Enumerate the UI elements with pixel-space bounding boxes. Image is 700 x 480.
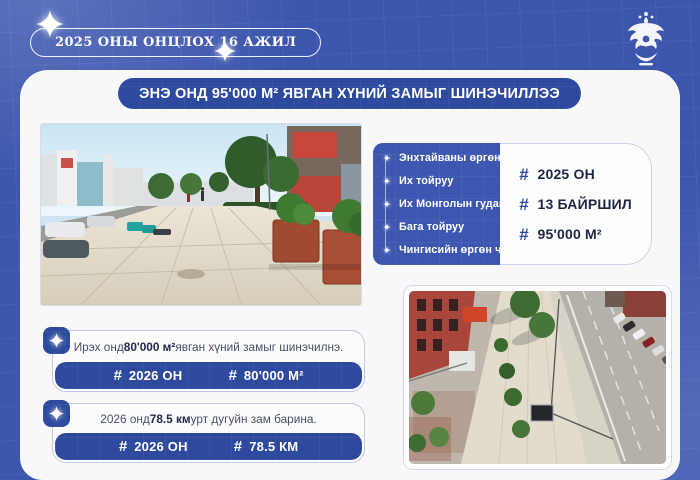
- street-name: Их тойруу: [399, 175, 454, 187]
- sparkle-bullet-icon: ✦: [383, 199, 391, 209]
- list-item: ✦ Чингисийн өргөн чөлөө: [384, 244, 529, 256]
- chip-label: 80'000 М²: [243, 368, 304, 383]
- plan-text-prefix: Ирэх онд: [73, 339, 124, 354]
- city-emblem-icon: [628, 12, 664, 66]
- street-name: Бага тойруу: [399, 221, 465, 233]
- list-item: ✦ Их Монголын гудамж: [384, 198, 515, 210]
- plan-text-suffix: урт дугуйн зам барина.: [190, 411, 317, 426]
- stat-chip: # 80'000 М²: [228, 368, 303, 383]
- stat-value: 13 БАЙРШИЛ: [537, 196, 632, 212]
- hashtag-icon: #: [519, 194, 529, 214]
- stat-row: # 2025 ОН: [519, 166, 651, 183]
- street-name: Их Монголын гудамж: [399, 198, 515, 210]
- year-badge-label: 2025 ОНЫ ОНЦЛОХ 16 АЖИЛ: [55, 35, 297, 50]
- page-title: ЭНЭ ОНД 95'000 М² ЯВГАН ХҮНИЙ ЗАМЫГ ШИНЭ…: [139, 85, 560, 102]
- content-card: ЭНЭ ОНД 95'000 М² ЯВГАН ХҮНИЙ ЗАМЫГ ШИНЭ…: [20, 70, 680, 480]
- sparkle-bullet-icon: ✦: [383, 153, 391, 163]
- sparkle-icon: [36, 10, 64, 38]
- aerial-photo-illustration: [409, 291, 666, 464]
- sparkle-bullet-icon: ✦: [383, 222, 391, 232]
- chip-label: 2026 ОН: [134, 439, 188, 454]
- list-item: ✦ Энхтайваны өргөн чөлөө: [384, 152, 538, 164]
- plan-text-highlight: 78.5 км: [149, 411, 191, 426]
- plan-text-suffix: явган хүний замыг шинэчилнэ.: [175, 339, 344, 354]
- plan-stats-bar: # 2026 ОН # 78.5 КМ: [55, 433, 362, 460]
- street-photo: [40, 123, 362, 306]
- sparkle-icon: [49, 406, 64, 421]
- sparkle-corner-badge: [43, 400, 70, 427]
- title-banner: ЭНЭ ОНД 95'000 М² ЯВГАН ХҮНИЙ ЗАМЫГ ШИНЭ…: [118, 78, 581, 109]
- stat-chip: # 2026 ОН: [119, 439, 188, 454]
- aerial-photo: [409, 291, 666, 464]
- hashtag-icon: #: [519, 164, 529, 184]
- stat-row: # 95'000 М²: [519, 226, 651, 243]
- hashtag-icon: #: [113, 367, 122, 384]
- sparkle-bullet-icon: ✦: [383, 176, 391, 186]
- stat-chip: # 78.5 КМ: [234, 439, 299, 454]
- street-photo-illustration: [41, 124, 361, 305]
- streets-list: ✦ Энхтайваны өргөн чөлөө ✦ Их тойруу ✦ Их М…: [373, 143, 538, 265]
- hashtag-icon: #: [228, 367, 237, 384]
- plan-text: Ирэх онд 80'000 м² явган хүний замыг шин…: [53, 331, 364, 362]
- year-badge: 2025 ОНЫ ОНЦЛОХ 16 АЖИЛ: [30, 28, 322, 57]
- hashtag-icon: #: [118, 438, 128, 455]
- hashtag-icon: #: [233, 438, 243, 455]
- sparkle-bullet-icon: ✦: [383, 245, 391, 255]
- stat-value: 95'000 М²: [537, 226, 602, 242]
- plan-text: 2026 онд 78.5 км урт дугуйн зам барина.: [53, 404, 364, 433]
- plan-box-sidewalk: Ирэх онд 80'000 м² явган хүний замыг шин…: [52, 330, 365, 392]
- aerial-photo-frame: [403, 285, 672, 470]
- sparkle-icon: [49, 333, 64, 348]
- list-item: ✦ Бага тойруу: [384, 221, 496, 233]
- stat-row: # 13 БАЙРШИЛ: [519, 196, 651, 213]
- list-item: ✦ Их тойруу: [384, 175, 496, 187]
- stats-panel: # 2025 ОН # 13 БАЙРШИЛ # 95'000 М²: [500, 143, 652, 265]
- stat-value: 2025 ОН: [537, 166, 595, 182]
- streets-panel: ✦ Энхтайваны өргөн чөлөө ✦ Их тойруу ✦ Их М…: [373, 143, 538, 265]
- chip-label: 78.5 КМ: [249, 439, 299, 454]
- plan-stats-bar: # 2026 ОН # 80'000 М²: [55, 362, 362, 389]
- plan-text-highlight: 80'000 м²: [123, 339, 176, 354]
- stat-chip: # 2026 ОН: [113, 368, 182, 383]
- sparkle-icon: [214, 40, 236, 62]
- infographic-poster: 2025 ОНЫ ОНЦЛОХ 16 АЖИЛ ЭНЭ ОНД 95'000 М…: [0, 0, 700, 480]
- sparkle-corner-badge: [43, 327, 70, 354]
- plan-text-prefix: 2026 онд: [100, 411, 150, 426]
- hashtag-icon: #: [519, 224, 529, 244]
- chip-label: 2026 ОН: [128, 368, 183, 383]
- plan-box-bikepath: 2026 онд 78.5 км урт дугуйн зам барина. …: [52, 403, 365, 463]
